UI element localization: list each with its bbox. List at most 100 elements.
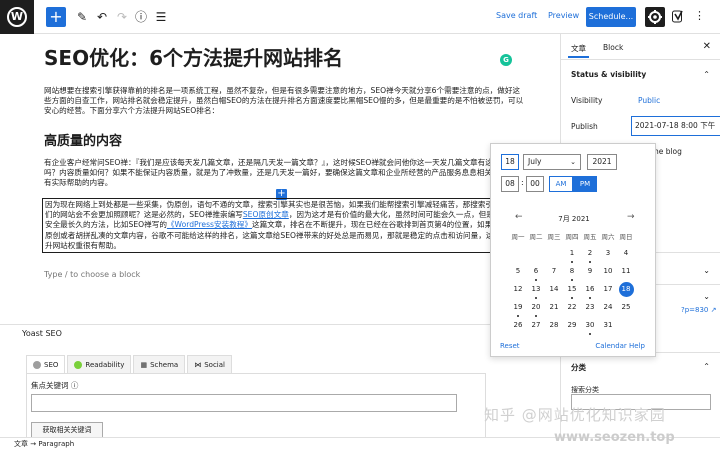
paragraph-intro[interactable]: 网站想要在搜索引擎获得靠前的排名是一项系统工程，虽然不复杂，但是有很多需要注意的… (44, 86, 524, 117)
yoast-icon[interactable] (672, 9, 684, 23)
schedule-button[interactable]: Schedule... (586, 7, 636, 27)
calendar-day[interactable]: 11 (617, 263, 635, 281)
settings-gear-icon[interactable] (645, 7, 665, 27)
weekday-label: 周二 (529, 233, 543, 241)
reset-button[interactable]: Reset (500, 342, 520, 350)
minute-input[interactable]: 00 (526, 176, 544, 192)
link-wordpress-tutorial[interactable]: 《WordPress安装教程》 (167, 220, 252, 229)
yoast-title: Yoast SEO (22, 329, 62, 338)
yoast-panel: Yoast SEO SEO Readability ▦ Schema ⋈ Socia… (0, 324, 560, 445)
yoast-tab-readability[interactable]: Readability (67, 355, 132, 373)
visibility-value[interactable]: Public (638, 96, 660, 105)
calendar-day[interactable]: 10 (599, 263, 617, 281)
post-title[interactable]: SEO优化：6个方法提升网站排名 (44, 42, 343, 71)
calendar-day[interactable]: 12 (509, 281, 527, 299)
calendar-day[interactable]: 7 (545, 263, 563, 281)
wordpress-icon[interactable]: W (0, 0, 34, 34)
calendar-week-row: 12 13 14 15 16 17 18 (509, 281, 653, 299)
calendar-weekdays: 周一 周二 周三 周四 周五 周六 周日 (509, 231, 653, 245)
calendar-day[interactable]: 4 (617, 245, 635, 263)
sidebar-tabs: 文章 Block ✕ (561, 34, 720, 60)
list-view-icon[interactable]: ☰ (153, 9, 169, 25)
add-block-icon[interactable]: + (46, 7, 66, 27)
save-draft-button[interactable]: Save draft (496, 11, 537, 20)
calendar-day[interactable]: 16 (581, 281, 599, 299)
date-picker-popover: 18 July ⌄ 2021 08 : 00 AM PM ← 7月 2021 → … (490, 143, 656, 357)
tab-block[interactable]: Block (603, 43, 623, 52)
get-related-keyphrase-button[interactable]: 获取相关关键词 (31, 422, 103, 438)
yoast-tab-schema[interactable]: ▦ Schema (133, 355, 186, 373)
calendar-day[interactable]: 23 (581, 299, 599, 317)
edit-pencil-icon[interactable]: ✎ (74, 9, 90, 25)
details-info-icon[interactable]: ⓘ (133, 9, 149, 25)
am-button[interactable]: AM (549, 176, 573, 192)
permalink-link[interactable]: ?p=830 ↗ (681, 306, 716, 314)
chevron-down-icon[interactable]: ⌄ (703, 292, 710, 301)
category-section-header[interactable]: 分类 (571, 362, 586, 373)
calendar-day[interactable]: 5 (509, 263, 527, 281)
weekday-label: 周三 (547, 233, 561, 241)
publish-label: Publish (571, 122, 598, 131)
tab-post[interactable]: 文章 (568, 43, 589, 58)
focus-keyphrase-input[interactable] (31, 394, 457, 412)
calendar-day[interactable]: 14 (545, 281, 563, 299)
calendar-day[interactable]: 27 (527, 317, 545, 335)
calendar-day[interactable]: 6 (527, 263, 545, 281)
calendar-day[interactable]: 25 (617, 299, 635, 317)
yoast-tabs: SEO Readability ▦ Schema ⋈ Social (26, 355, 234, 373)
calendar-day[interactable]: 1 (563, 245, 581, 263)
heading-quality-content[interactable]: 高质量的内容 (44, 130, 122, 149)
pm-button[interactable]: PM (573, 176, 597, 192)
close-icon[interactable]: ✕ (703, 41, 711, 52)
calendar-day[interactable]: 28 (545, 317, 563, 335)
calendar-day[interactable]: 22 (563, 299, 581, 317)
month-select[interactable]: July ⌄ (523, 154, 581, 170)
yoast-tab-seo[interactable]: SEO (26, 355, 66, 373)
calendar-day[interactable]: 17 (599, 281, 617, 299)
redo-icon[interactable]: ↷ (114, 9, 130, 25)
calendar-day[interactable]: 31 (599, 317, 617, 335)
calendar-day[interactable]: 19 (509, 299, 527, 317)
calendar-day[interactable]: 15 (563, 281, 581, 299)
grammarly-icon[interactable]: G (500, 54, 512, 66)
more-options-icon[interactable]: ⋮ (694, 9, 705, 22)
calendar-day[interactable]: 18 (617, 281, 635, 299)
day-input[interactable]: 18 (501, 154, 519, 170)
calendar-day[interactable]: 3 (599, 245, 617, 263)
calendar-day[interactable]: 8 (563, 263, 581, 281)
calendar-day[interactable]: 20 (527, 299, 545, 317)
year-input[interactable]: 2021 (587, 154, 617, 170)
yoast-tab-social[interactable]: ⋈ Social (187, 355, 232, 373)
link-seo-original[interactable]: SEO原创文章 (243, 210, 289, 219)
time-colon: : (521, 178, 524, 187)
calendar-day[interactable]: 29 (563, 317, 581, 335)
calendar-help-link[interactable]: Calendar Help (595, 342, 645, 350)
calendar-empty-cell (617, 317, 635, 335)
publish-date-toggle[interactable]: 2021-07-18 8:00 下午 (631, 116, 720, 136)
next-month-icon[interactable]: → (627, 212, 635, 222)
status-visibility-header[interactable]: Status & visibility (571, 70, 646, 79)
chevron-up-icon[interactable]: ⌃ (703, 362, 710, 371)
calendar-week-row: 5 6 7 8 9 10 11 (509, 263, 653, 281)
help-icon[interactable]: ⓘ (71, 381, 79, 390)
calendar-day[interactable]: 24 (599, 299, 617, 317)
paragraph-2[interactable]: 有企业客户经常问SEO禅：『我们是应该每天发几篇文章，还是隔几天发一篇文章？』，… (44, 158, 524, 189)
schema-grid-icon: ▦ (140, 360, 148, 369)
calendar-day[interactable]: 26 (509, 317, 527, 335)
calendar-empty-cell (545, 245, 563, 263)
calendar-day[interactable]: 30 (581, 317, 599, 335)
undo-icon[interactable]: ↶ (94, 9, 110, 25)
calendar-grid: 周一 周二 周三 周四 周五 周六 周日 1 2 3 4 5 6 7 8 9 10 11 12 13 14 15 16 17… (509, 231, 653, 335)
site-watermark: www.seozen.top (554, 430, 675, 445)
calendar-day[interactable]: 13 (527, 281, 545, 299)
preview-button[interactable]: Preview (548, 11, 579, 20)
calendar-week-row: 26 27 28 29 30 31 (509, 317, 653, 335)
calendar-day[interactable]: 2 (581, 245, 599, 263)
chevron-up-icon[interactable]: ⌃ (703, 70, 710, 79)
calendar-day[interactable]: 21 (545, 299, 563, 317)
paragraph-3-selected[interactable]: 因为现在网络上到处都是一些采集，伪原创，语句不通的文章，搜索引擎其实也是很苦恼，… (42, 198, 526, 254)
hour-input[interactable]: 08 (501, 176, 519, 192)
calendar-day[interactable]: 9 (581, 263, 599, 281)
chevron-down-icon[interactable]: ⌄ (703, 266, 710, 275)
block-appender[interactable]: Type / to choose a block (44, 270, 140, 279)
